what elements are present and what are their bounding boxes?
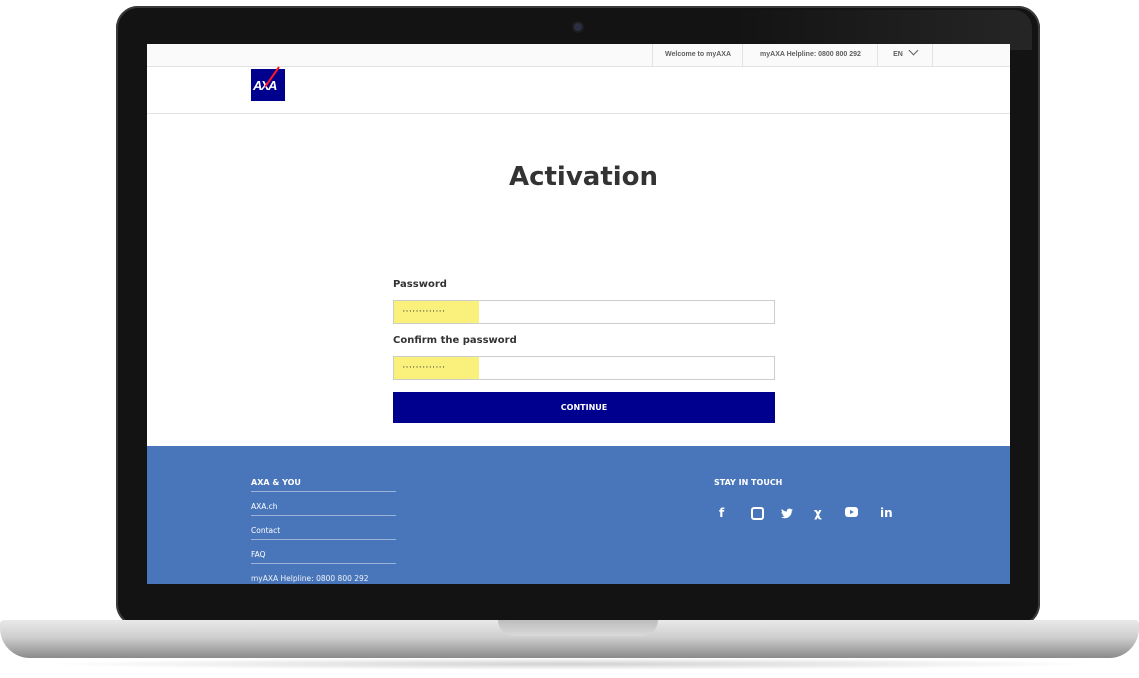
browser-viewport: Welcome to myAXA myAXA Helpline: 0800 80… [147,44,1010,584]
social-heading: STAY IN TOUCH [714,478,783,487]
continue-button[interactable]: CONTINUE [393,392,775,423]
facebook-icon[interactable]: f [719,505,724,521]
confirm-password-value: ············· [402,364,446,371]
page-title: Activation [508,162,659,192]
footer-link-helpline[interactable]: myAXA Helpline: 0800 800 292 [251,564,396,584]
footer-link-contact[interactable]: Contact [251,516,396,540]
footer-axa-and-you: AXA & YOU AXA.ch Contact FAQ myAXA Helpl… [251,478,396,584]
footer-heading: AXA & YOU [251,478,396,492]
laptop-shadow [40,658,1100,670]
laptop-opening-notch [498,620,658,636]
social-icons: f χ in [714,505,954,521]
password-label: Password [393,279,447,290]
site-header: AXA [147,66,1010,114]
twitter-icon[interactable] [781,505,793,521]
password-field[interactable]: ············· [393,300,775,324]
screen-bezel-bottom [147,584,1010,608]
footer-link-faq[interactable]: FAQ [251,540,396,564]
xing-icon[interactable]: χ [814,505,822,521]
confirm-password-field[interactable]: ············· [393,356,775,380]
chevron-down-icon [908,45,919,56]
footer-social: STAY IN TOUCH f χ in [714,478,954,521]
utility-bar: Welcome to myAXA myAXA Helpline: 0800 80… [147,44,1010,67]
password-value: ············· [402,308,446,315]
axa-logo[interactable]: AXA [251,66,285,101]
footer-link-axa-ch[interactable]: AXA.ch [251,492,396,516]
webcam [574,23,582,31]
linkedin-icon[interactable]: in [880,505,893,521]
helpline-link[interactable]: myAXA Helpline: 0800 800 292 [742,44,878,66]
welcome-link[interactable]: Welcome to myAXA [652,44,743,66]
language-selector[interactable]: EN [877,44,933,66]
instagram-icon[interactable] [751,507,764,520]
activation-form: Password ············· Confirm the passw… [393,278,775,423]
confirm-password-label: Confirm the password [393,335,517,346]
youtube-icon[interactable] [845,507,858,517]
language-value: EN [893,51,903,58]
site-footer: AXA & YOU AXA.ch Contact FAQ myAXA Helpl… [147,446,1010,584]
